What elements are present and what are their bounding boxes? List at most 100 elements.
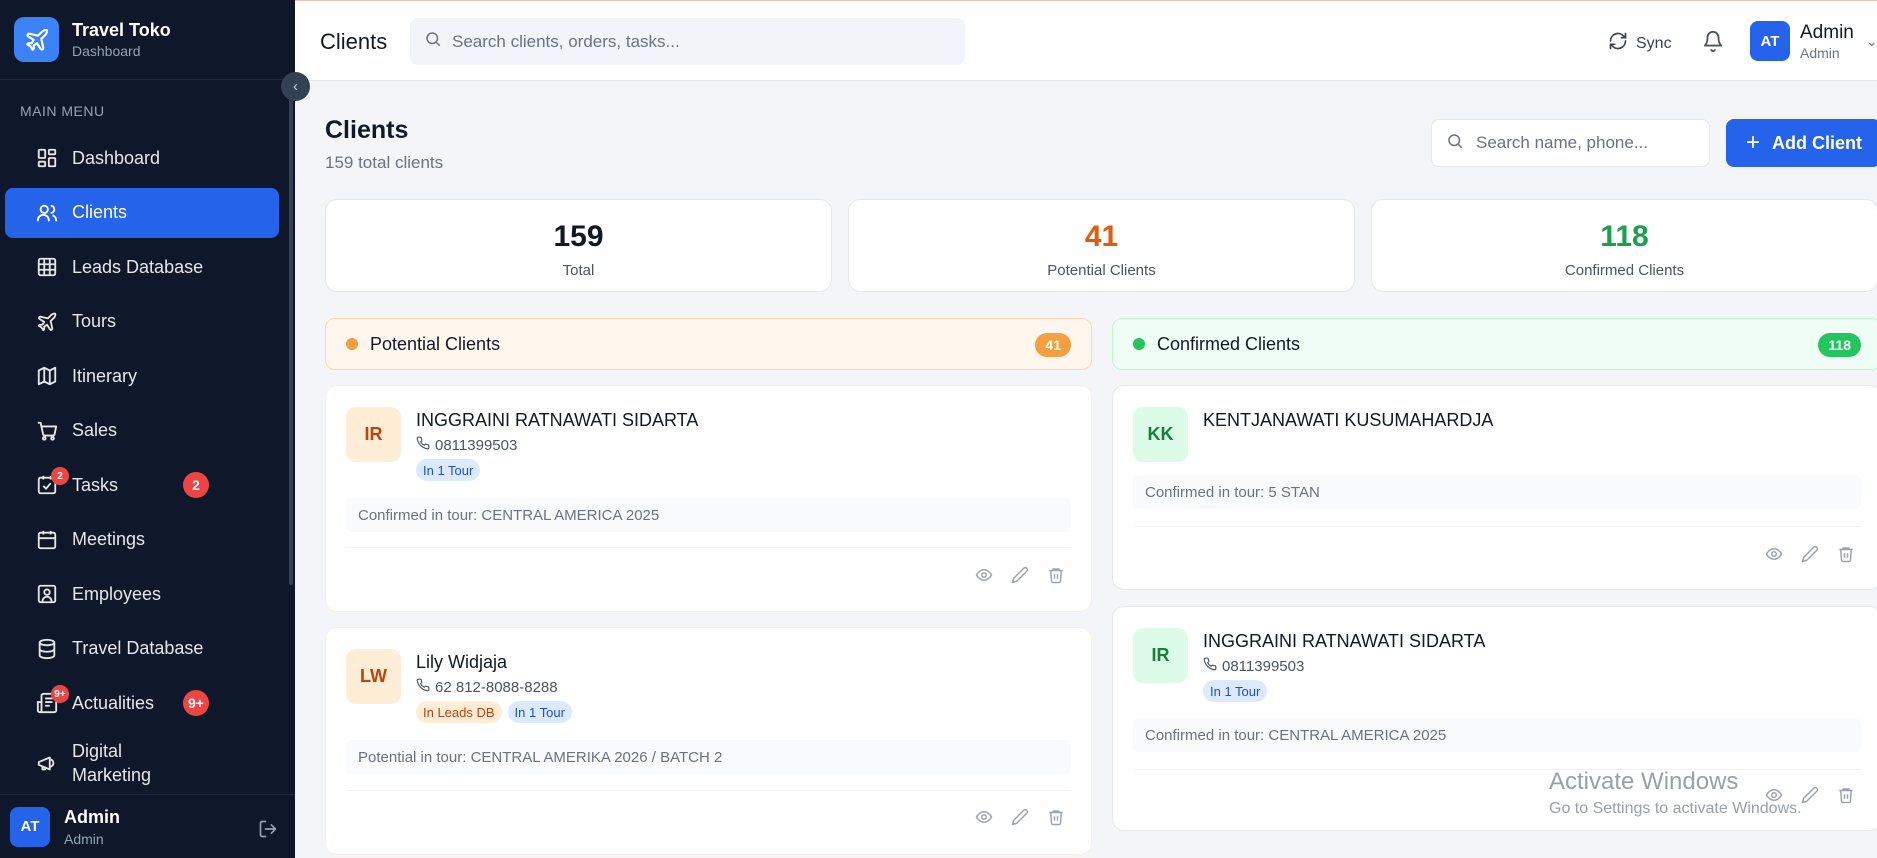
sidebar-item-label: Leads Database [72, 256, 204, 277]
avatar: IR [346, 407, 401, 462]
phone-icon [1203, 657, 1222, 675]
tasks-count-badge: 2 [183, 472, 209, 498]
phone-number: 0811399503 [435, 436, 518, 454]
avatar[interactable]: AT [10, 806, 50, 847]
edit-icon[interactable] [1801, 545, 1819, 563]
users-icon [35, 201, 59, 225]
sidebar-item-label: Clients [72, 202, 128, 222]
sidebar-scrollbar[interactable] [289, 90, 293, 585]
client-phone: 0811399503 [1203, 657, 1304, 675]
search-icon [1446, 132, 1464, 155]
edit-icon[interactable] [1011, 566, 1029, 584]
sidebar-item-label: Travel Database [72, 638, 204, 658]
tasks-icon-badge: 2 [51, 467, 69, 485]
status-dot [346, 338, 358, 350]
actualities-count-badge: 9+ [183, 690, 209, 716]
trash-icon[interactable] [1837, 786, 1855, 804]
plane-logo-icon [14, 17, 59, 62]
sidebar-user-name: Admin [64, 806, 120, 827]
phone-number: 62 812-8088-8288 [435, 678, 558, 696]
bell-icon [1702, 31, 1724, 56]
global-search-input[interactable] [452, 31, 932, 52]
edit-icon[interactable] [1801, 786, 1819, 804]
stat-total: 159 Total [325, 199, 832, 292]
tasks-icon: 2 [35, 467, 69, 497]
view-icon[interactable] [975, 808, 993, 826]
client-name: KENTJANAWATI KUSUMAHARDJA [1203, 410, 1494, 430]
sidebar-item-label: Digital Marketing [72, 739, 151, 787]
stat-label: Confirmed Clients [1564, 262, 1685, 279]
card-actions [1765, 545, 1855, 563]
sidebar-item-label-line2: Marketing [72, 764, 152, 785]
edit-icon[interactable] [1011, 808, 1029, 826]
user-name: Admin [1800, 21, 1854, 43]
status-dot [1133, 338, 1145, 350]
search-icon [424, 30, 442, 53]
column-title: Potential Clients [370, 333, 501, 354]
stat-value: 118 [1600, 220, 1649, 253]
database-icon [35, 637, 59, 661]
sidebar-item-tasks[interactable]: 2 Tasks 2 [5, 460, 279, 510]
trash-icon[interactable] [1837, 545, 1855, 563]
sidebar-item-actualities[interactable]: 9+ Actualities 9+ [5, 678, 279, 728]
add-client-label: Add Client [1772, 132, 1863, 153]
collapse-sidebar-button[interactable]: ‹ [281, 72, 310, 101]
sidebar-item-digital-marketing[interactable]: Digital Marketing [5, 733, 279, 793]
tour-note: Potential in tour: CENTRAL AMERIKA 2026 … [346, 740, 1071, 774]
avatar: AT [1750, 21, 1790, 61]
view-icon[interactable] [975, 566, 993, 584]
tour-tag: In 1 Tour [1203, 680, 1268, 702]
sidebar-item-meetings[interactable]: Meetings [5, 515, 279, 565]
sync-label: Sync [1636, 34, 1672, 52]
avatar: IR [1133, 628, 1188, 683]
add-client-button[interactable]: + Add Client [1726, 119, 1877, 167]
client-card[interactable]: KK KENTJANAWATI KUSUMAHARDJA Confirmed i… [1112, 385, 1877, 590]
sidebar-item-sales[interactable]: Sales [5, 406, 279, 456]
sidebar-item-tours[interactable]: Tours [5, 297, 279, 347]
potential-column-header: Potential Clients 41 [325, 318, 1092, 370]
tour-note: Confirmed in tour: CENTRAL AMERICA 2025 [1133, 718, 1861, 752]
watermark-title: Activate Windows [1549, 768, 1739, 795]
phone-number: 0811399503 [1222, 657, 1305, 675]
client-name: INGGRAINI RATNAWATI SIDARTA [1203, 631, 1486, 651]
sidebar-item-clients[interactable]: Clients [5, 187, 279, 238]
client-card[interactable]: IR INGGRAINI RATNAWATI SIDARTA 081139950… [325, 385, 1092, 612]
divider [1133, 526, 1861, 527]
news-icon: 9+ [35, 685, 69, 715]
cart-icon [35, 419, 59, 443]
stat-confirmed: 118 Confirmed Clients [1371, 199, 1877, 292]
dashboard-icon [35, 146, 59, 170]
sync-button[interactable]: Sync [1608, 31, 1672, 56]
tour-note: Confirmed in tour: 5 STAN [1133, 475, 1861, 509]
global-search[interactable] [410, 18, 965, 65]
sidebar-item-itinerary[interactable]: Itinerary [5, 351, 279, 401]
sidebar-item-label: Meetings [72, 529, 146, 549]
tag-list: In 1 Tour [416, 459, 481, 481]
tag-list: In Leads DB In 1 Tour [416, 701, 572, 723]
sidebar-item-travel-database[interactable]: Travel Database [5, 624, 279, 674]
client-card[interactable]: LW Lily Widjaja 62 812-8088-8288 In Lead… [325, 627, 1092, 855]
client-phone: 62 812-8088-8288 [416, 678, 558, 696]
sidebar-item-dashboard[interactable]: Dashboard [5, 133, 279, 183]
sidebar-item-label-line1: Digital [72, 740, 123, 761]
logout-icon[interactable] [258, 819, 278, 844]
page-title: Clients [320, 29, 388, 54]
brand[interactable]: Travel Toko Dashboard [0, 0, 295, 80]
notifications-button[interactable] [1702, 30, 1724, 57]
sidebar-item-leads-database[interactable]: Leads Database [5, 242, 279, 292]
divider [346, 547, 1071, 548]
trash-icon[interactable] [1047, 566, 1065, 584]
employee-icon [35, 582, 59, 606]
view-icon[interactable] [1765, 545, 1783, 563]
tour-tag: In 1 Tour [416, 459, 481, 481]
trash-icon[interactable] [1047, 808, 1065, 826]
sidebar-item-employees[interactable]: Employees [5, 569, 279, 619]
user-menu[interactable]: AT Admin Admin ⌄ [1750, 21, 1877, 61]
avatar: KK [1133, 407, 1188, 462]
column-count-badge: 41 [1035, 333, 1071, 357]
client-search[interactable] [1431, 119, 1710, 167]
client-search-input[interactable] [1476, 133, 1696, 153]
chevron-left-icon: ‹ [293, 78, 298, 95]
brand-title: Travel Toko [72, 20, 171, 40]
tour-tag: In 1 Tour [507, 701, 572, 723]
